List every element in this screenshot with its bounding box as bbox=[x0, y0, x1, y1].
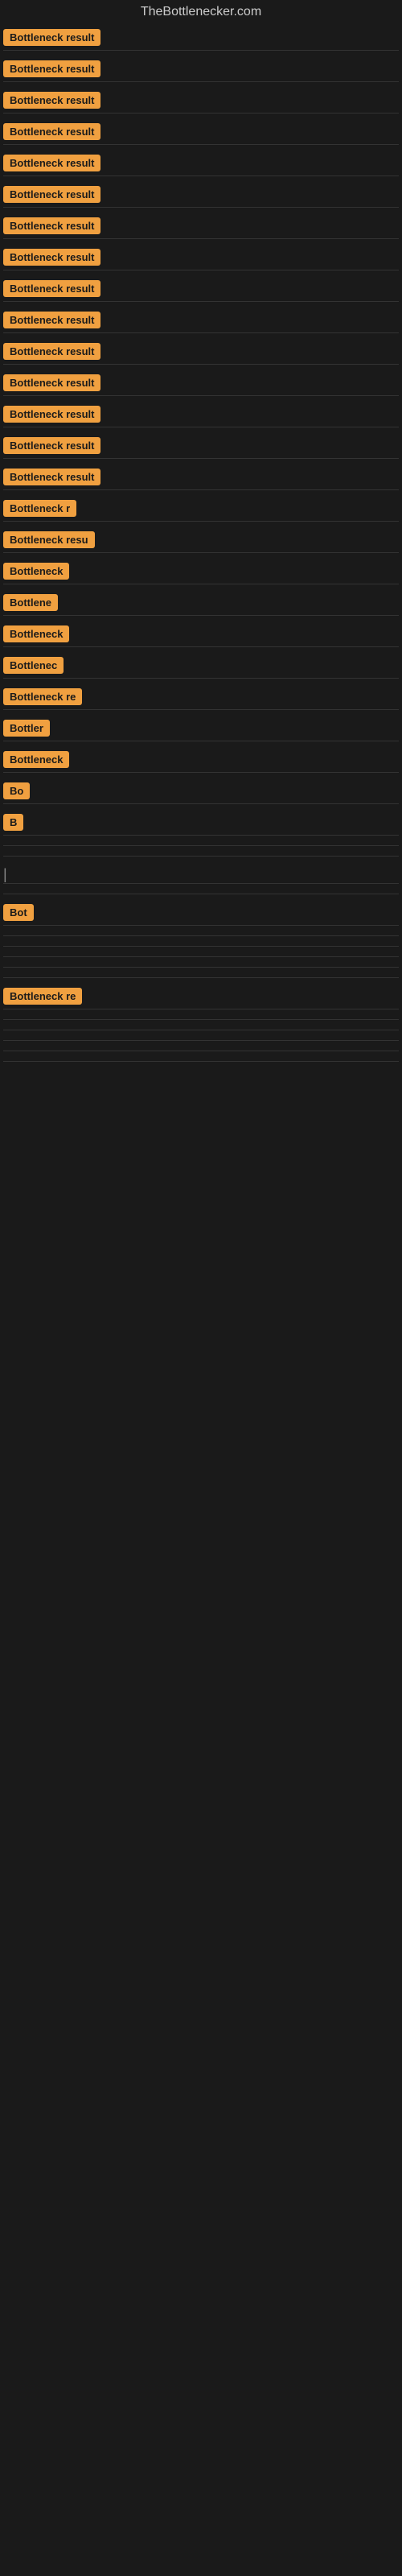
bottleneck-result-badge[interactable]: Bottleneck result bbox=[3, 249, 100, 266]
bottleneck-result-badge[interactable]: Bottleneck bbox=[3, 625, 69, 642]
list-item bbox=[0, 952, 402, 962]
bottleneck-result-badge[interactable]: Bo bbox=[3, 782, 30, 799]
list-item: Bottlenec bbox=[0, 652, 402, 683]
list-item bbox=[0, 931, 402, 941]
list-item bbox=[0, 941, 402, 952]
list-item: Bottleneck result bbox=[0, 24, 402, 56]
list-item bbox=[0, 1035, 402, 1046]
list-item: Bottleneck resu bbox=[0, 526, 402, 558]
bottleneck-result-badge[interactable]: Bottleneck r bbox=[3, 500, 76, 517]
bottleneck-result-badge[interactable]: Bottleneck result bbox=[3, 469, 100, 485]
list-item: Bottleneck result bbox=[0, 150, 402, 181]
list-item: | bbox=[0, 861, 402, 889]
bottleneck-result-badge[interactable]: Bottleneck result bbox=[3, 343, 100, 360]
list-item bbox=[0, 1056, 402, 1067]
list-item: Bo bbox=[0, 778, 402, 809]
list-item: B bbox=[0, 809, 402, 840]
bottleneck-result-badge[interactable]: Bottleneck re bbox=[3, 688, 82, 705]
bottleneck-result-badge[interactable]: Bottleneck result bbox=[3, 92, 100, 109]
list-item: Bottleneck result bbox=[0, 338, 402, 369]
list-item: Bottleneck result bbox=[0, 307, 402, 338]
bottleneck-result-badge[interactable]: Bottleneck bbox=[3, 751, 69, 768]
bottleneck-result-badge[interactable]: Bottleneck result bbox=[3, 406, 100, 423]
list-item bbox=[0, 840, 402, 851]
list-item: Bottler bbox=[0, 715, 402, 746]
bottleneck-result-badge[interactable]: Bottleneck result bbox=[3, 123, 100, 140]
list-item bbox=[0, 1046, 402, 1056]
list-item: Bottleneck result bbox=[0, 118, 402, 150]
list-item: Bottleneck result bbox=[0, 275, 402, 307]
list-item: Bottleneck result bbox=[0, 87, 402, 118]
bottleneck-result-badge[interactable]: Bottleneck result bbox=[3, 29, 100, 46]
bottleneck-result-badge[interactable]: Bottleneck bbox=[3, 563, 69, 580]
bottleneck-result-badge[interactable]: Bottleneck result bbox=[3, 374, 100, 391]
bottleneck-result-badge[interactable]: Bottleneck result bbox=[3, 280, 100, 297]
bottleneck-result-badge[interactable]: Bottleneck result bbox=[3, 217, 100, 234]
list-item bbox=[0, 1014, 402, 1025]
list-item: Bottleneck re bbox=[0, 683, 402, 715]
list-item bbox=[0, 1025, 402, 1035]
list-item: Bottleneck bbox=[0, 621, 402, 652]
list-item: Bottleneck bbox=[0, 558, 402, 589]
list-item bbox=[0, 972, 402, 983]
bottleneck-result-badge[interactable]: Bottleneck result bbox=[3, 437, 100, 454]
bottleneck-result-badge[interactable]: Bottlene bbox=[3, 594, 58, 611]
bottleneck-result-badge[interactable]: Bottleneck result bbox=[3, 155, 100, 171]
pipe-marker: | bbox=[3, 866, 7, 882]
results-list: Bottleneck result Bottleneck result Bottle… bbox=[0, 24, 402, 1067]
list-item: Bottleneck result bbox=[0, 464, 402, 495]
bottleneck-result-badge[interactable]: Bottleneck re bbox=[3, 988, 82, 1005]
list-item bbox=[0, 962, 402, 972]
bottleneck-result-badge[interactable]: Bottleneck result bbox=[3, 312, 100, 328]
list-item: Bottleneck re bbox=[0, 983, 402, 1014]
site-title-bar: TheBottlenecker.com bbox=[0, 0, 402, 24]
list-item: Bot bbox=[0, 899, 402, 931]
list-item bbox=[0, 851, 402, 861]
list-item: Bottlene bbox=[0, 589, 402, 621]
list-item: Bottleneck result bbox=[0, 213, 402, 244]
list-item: Bottleneck result bbox=[0, 369, 402, 401]
list-item: Bottleneck result bbox=[0, 181, 402, 213]
site-title: TheBottlenecker.com bbox=[0, 0, 402, 24]
bottleneck-result-badge[interactable]: Bottleneck result bbox=[3, 186, 100, 203]
list-item: Bottleneck bbox=[0, 746, 402, 778]
bottleneck-result-badge[interactable]: Bottleneck resu bbox=[3, 531, 95, 548]
list-item bbox=[0, 889, 402, 899]
list-item: Bottleneck result bbox=[0, 432, 402, 464]
bottleneck-result-badge[interactable]: B bbox=[3, 814, 23, 831]
list-item: Bottleneck r bbox=[0, 495, 402, 526]
list-item: Bottleneck result bbox=[0, 56, 402, 87]
list-item: Bottleneck result bbox=[0, 244, 402, 275]
bottleneck-result-badge[interactable]: Bottleneck result bbox=[3, 60, 100, 77]
bottleneck-result-badge[interactable]: Bottler bbox=[3, 720, 50, 737]
list-item: Bottleneck result bbox=[0, 401, 402, 432]
bottleneck-result-badge[interactable]: Bottlenec bbox=[3, 657, 64, 674]
bottleneck-result-badge[interactable]: Bot bbox=[3, 904, 34, 921]
